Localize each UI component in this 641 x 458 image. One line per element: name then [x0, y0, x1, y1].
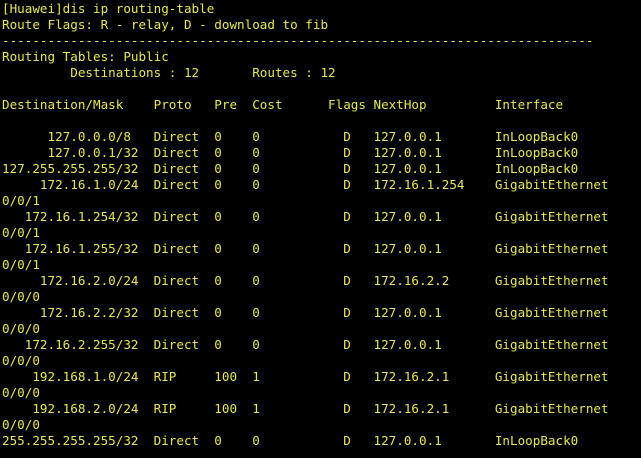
table-row-continuation: 0/0/0	[2, 417, 40, 432]
table-row: 172.16.2.0/24 Direct 0 0 D 172.16.2.2 Gi…	[2, 273, 609, 288]
terminal-window[interactable]: [Huawei]dis ip routing-table Route Flags…	[0, 0, 641, 458]
command-line: [Huawei]dis ip routing-table	[2, 1, 215, 16]
table-row: 172.16.1.0/24 Direct 0 0 D 172.16.1.254 …	[2, 177, 609, 192]
table-row-continuation: 0/0/1	[2, 257, 40, 272]
table-row-continuation: 0/0/0	[2, 321, 40, 336]
table-header: Destination/Mask Proto Pre Cost Flags Ne…	[2, 97, 564, 112]
table-row-continuation: 0/0/1	[2, 193, 40, 208]
table-row-continuation: 0/0/0	[2, 353, 40, 368]
routing-table-title: Routing Tables: Public	[2, 49, 169, 64]
routing-summary: Destinations : 12 Routes : 12	[2, 65, 336, 80]
table-row-continuation: 0/0/0	[2, 289, 40, 304]
table-row: 192.168.1.0/24 RIP 100 1 D 172.16.2.1 Gi…	[2, 369, 609, 384]
table-row: 192.168.2.0/24 RIP 100 1 D 172.16.2.1 Gi…	[2, 401, 609, 416]
separator-line: ----------------------------------------…	[2, 33, 594, 48]
table-row: 127.255.255.255/32 Direct 0 0 D 127.0.0.…	[2, 161, 579, 176]
table-row: 127.0.0.0/8 Direct 0 0 D 127.0.0.1 InLoo…	[2, 129, 579, 144]
table-row: 127.0.0.1/32 Direct 0 0 D 127.0.0.1 InLo…	[2, 145, 579, 160]
table-row: 172.16.2.255/32 Direct 0 0 D 127.0.0.1 G…	[2, 337, 609, 352]
table-row: 255.255.255.255/32 Direct 0 0 D 127.0.0.…	[2, 433, 579, 448]
table-row: 172.16.1.254/32 Direct 0 0 D 127.0.0.1 G…	[2, 209, 609, 224]
table-row-continuation: 0/0/1	[2, 225, 40, 240]
table-row: 172.16.2.2/32 Direct 0 0 D 127.0.0.1 Gig…	[2, 305, 609, 320]
route-flags-legend: Route Flags: R - relay, D - download to …	[2, 17, 329, 32]
table-row-continuation: 0/0/0	[2, 385, 40, 400]
table-row: 172.16.1.255/32 Direct 0 0 D 127.0.0.1 G…	[2, 241, 609, 256]
